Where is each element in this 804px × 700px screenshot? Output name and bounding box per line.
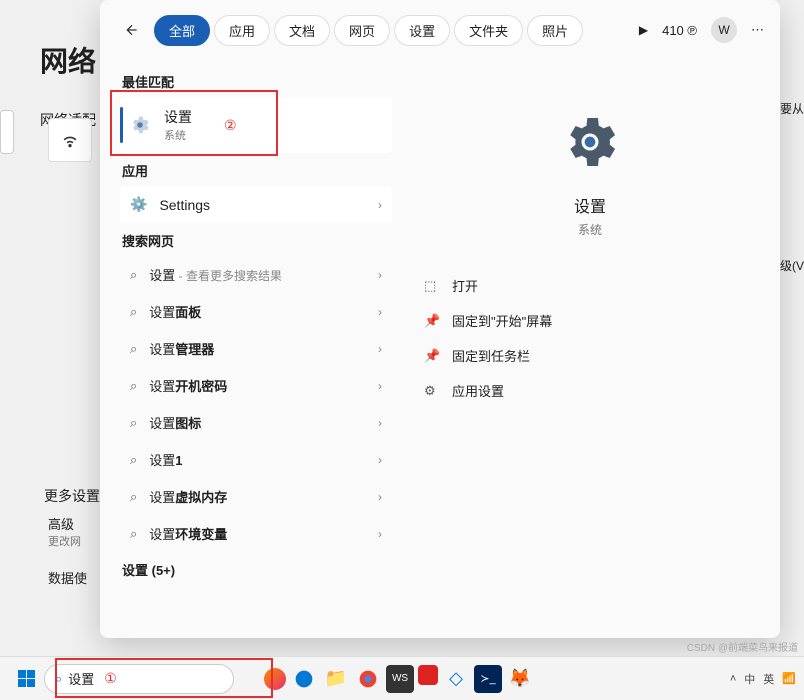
annotation-2: ② (224, 117, 237, 134)
apps-label: 应用 (122, 161, 392, 180)
web-result-3[interactable]: ⌕设置开机密码 › (120, 367, 392, 404)
tab-apps[interactable]: 应用 (214, 15, 270, 46)
chevron-right-icon: › (378, 268, 382, 282)
tab-photos[interactable]: 照片 (527, 15, 583, 46)
windows-logo-icon (18, 670, 35, 687)
user-avatar[interactable]: W (711, 17, 737, 43)
search-icon: ⌕ (130, 378, 137, 394)
web-result-5[interactable]: ⌕设置1 › (120, 441, 392, 478)
bg-advanced-card[interactable]: 高级 更改网 (48, 514, 96, 549)
best-match-sub: 系统 (164, 127, 192, 143)
bg-right-strip: 要从 级(V (780, 100, 804, 414)
chevron-right-icon: › (378, 527, 382, 541)
tab-web[interactable]: 网页 (334, 15, 390, 46)
preview-title: 设置 (574, 193, 606, 217)
bg-more-settings-label: 更多设置 (44, 486, 100, 506)
preview-panel: 设置 系统 ⬚ 打开 📌 固定到"开始"屏幕 📌 固定到任务栏 (400, 60, 780, 638)
preview-sub: 系统 (578, 221, 602, 238)
chevron-right-icon: › (378, 342, 382, 356)
web-result-2[interactable]: ⌕设置管理器 › (120, 330, 392, 367)
results-column: 最佳匹配 设置 系统 ② 应用 ⚙️ Settings › 搜索网页 (100, 60, 400, 638)
wifi-icon-box[interactable] (48, 118, 92, 162)
popup-header: 全部 应用 文档 网页 设置 文件夹 照片 ▶ 410 ℗ W ⋯ (100, 0, 780, 60)
best-match-title: 设置 (164, 107, 192, 127)
more-settings-label[interactable]: 设置 (5+) (122, 560, 392, 579)
bg-partial-widget (0, 110, 14, 154)
more-icon[interactable]: ⋯ (751, 22, 764, 38)
search-icon: ⌕ (130, 526, 137, 542)
app-item-label: Settings (159, 197, 210, 213)
search-icon: ⌕ (130, 415, 137, 431)
task-icon-edge[interactable] (290, 665, 318, 693)
best-match-item[interactable]: 设置 系统 ② (120, 97, 392, 153)
bg-data-card[interactable]: 数据使 (48, 568, 87, 587)
search-icon: ⌕ (130, 304, 137, 320)
pin-icon: 📌 (424, 348, 440, 364)
pin-icon: 📌 (424, 313, 440, 329)
web-result-6[interactable]: ⌕设置虚拟内存 › (120, 478, 392, 515)
task-icon-explorer[interactable]: 📁 (322, 665, 350, 693)
app-item-settings[interactable]: ⚙️ Settings › (120, 186, 392, 223)
action-pin-start[interactable]: 📌 固定到"开始"屏幕 (420, 303, 760, 338)
search-input-value: 设置 (68, 669, 94, 688)
tray-ime[interactable]: 英 (763, 671, 774, 687)
tab-folders[interactable]: 文件夹 (454, 15, 523, 46)
taskbar-pinned-apps: 📁 WS ◇ ≻_ 🦊 (264, 665, 534, 693)
chevron-right-icon: › (378, 305, 382, 319)
web-label: 搜索网页 (122, 231, 392, 250)
wifi-icon[interactable]: 📶 (782, 672, 796, 685)
action-app-settings[interactable]: ⚙ 应用设置 (420, 373, 760, 408)
search-icon: ⌕ (130, 267, 137, 283)
open-icon: ⬚ (424, 278, 440, 294)
bg-adv-sub: 更改网 (48, 533, 96, 549)
taskbar: ⌕ 设置 ① 📁 WS ◇ ≻_ 🦊 ˄ 中 英 📶 (0, 656, 804, 700)
task-icon-terminal[interactable]: ≻_ (474, 665, 502, 693)
gear-icon: ⚙ (424, 383, 440, 399)
tray-lang[interactable]: 中 (744, 671, 755, 687)
taskbar-search-box[interactable]: ⌕ 设置 ① (44, 664, 234, 694)
gear-icon (128, 113, 152, 137)
task-icon-app3[interactable]: 🦊 (506, 665, 534, 693)
chevron-right-icon: › (378, 198, 382, 212)
gear-icon-large (558, 110, 622, 177)
task-icon-vscode[interactable]: ◇ (442, 665, 470, 693)
web-result-1[interactable]: ⌕设置面板 › (120, 293, 392, 330)
annotation-1: ① (104, 670, 117, 687)
system-tray[interactable]: ˄ 中 英 📶 (730, 671, 796, 687)
web-result-0[interactable]: ⌕设置 - 查看更多搜索结果 › (120, 256, 392, 293)
rewards-points[interactable]: 410 ℗ (662, 23, 697, 38)
search-icon: ⌕ (55, 671, 62, 687)
search-icon: ⌕ (130, 452, 137, 468)
best-match-label: 最佳匹配 (122, 72, 392, 91)
watermark: CSDN @前端菜鸟来报道 (687, 639, 798, 654)
filter-tabs: 全部 应用 文档 网页 设置 文件夹 照片 (154, 15, 633, 46)
tab-settings[interactable]: 设置 (394, 15, 450, 46)
bg-adv-title: 高级 (48, 514, 96, 533)
search-popup: 全部 应用 文档 网页 设置 文件夹 照片 ▶ 410 ℗ W ⋯ 最佳匹配 设… (100, 0, 780, 638)
task-icon-app1[interactable]: WS (386, 665, 414, 693)
web-result-4[interactable]: ⌕设置图标 › (120, 404, 392, 441)
play-icon[interactable]: ▶ (639, 23, 648, 37)
tab-docs[interactable]: 文档 (274, 15, 330, 46)
task-icon-app2[interactable] (418, 665, 438, 685)
search-icon: ⌕ (130, 341, 137, 357)
chevron-right-icon: › (378, 379, 382, 393)
action-pin-taskbar[interactable]: 📌 固定到任务栏 (420, 338, 760, 373)
chevron-right-icon: › (378, 453, 382, 467)
task-icon-1[interactable] (264, 668, 286, 690)
tab-all[interactable]: 全部 (154, 15, 210, 46)
web-result-7[interactable]: ⌕设置环境变量 › (120, 515, 392, 552)
action-open[interactable]: ⬚ 打开 (420, 268, 760, 303)
chevron-right-icon: › (378, 416, 382, 430)
start-button[interactable] (8, 661, 44, 697)
search-icon: ⌕ (130, 489, 137, 505)
tray-chevron-icon[interactable]: ˄ (730, 673, 736, 685)
wifi-icon (60, 129, 80, 152)
chevron-right-icon: › (378, 490, 382, 504)
app-icon: ⚙️ (130, 196, 147, 213)
bg-data-label: 数据使 (48, 568, 87, 587)
task-icon-chrome[interactable] (354, 665, 382, 693)
back-button[interactable] (116, 14, 148, 46)
